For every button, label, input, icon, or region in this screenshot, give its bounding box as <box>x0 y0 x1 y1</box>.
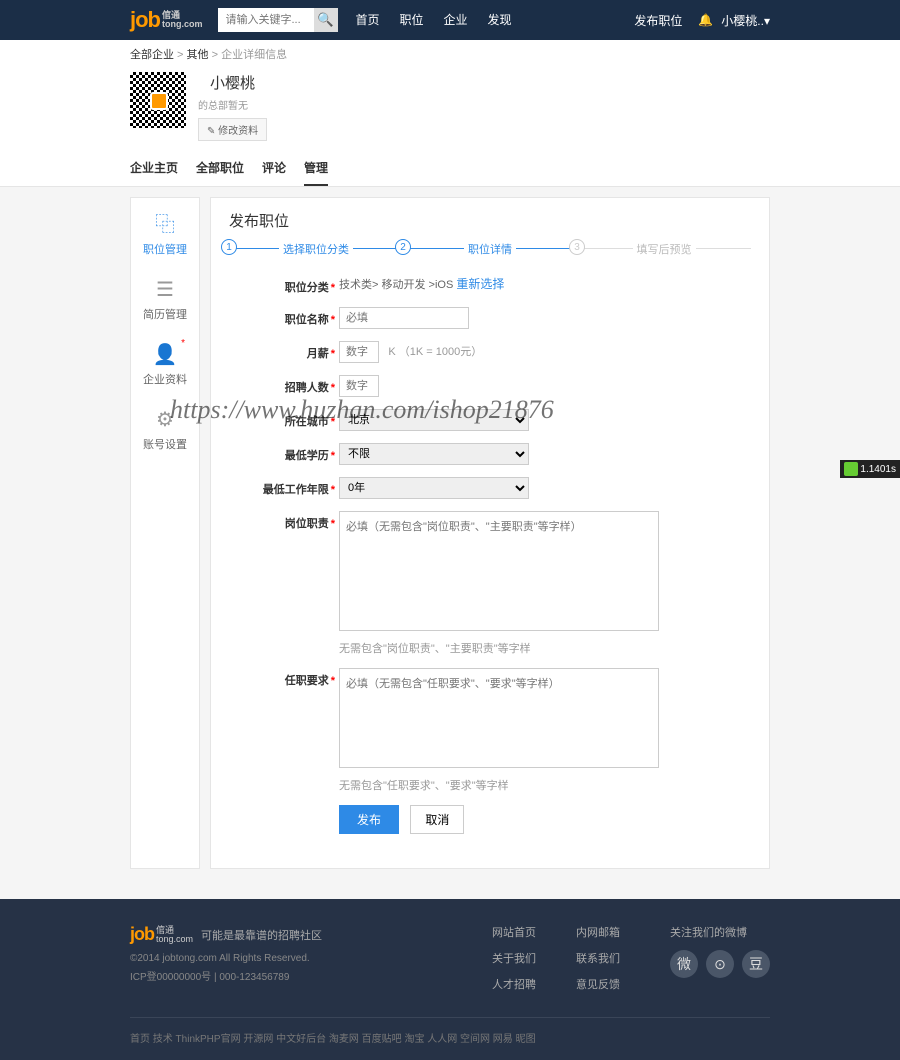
page-title: 发布职位 <box>229 210 751 231</box>
main-area: ⿻ 职位管理 ☰ 简历管理 * 👤 企业资料 ⚙ 账号设置 发布职位 1 选择职… <box>130 197 770 869</box>
exp-label: 最低工作年限* <box>229 477 339 497</box>
sidebar-item-account[interactable]: ⚙ 账号设置 <box>131 397 199 462</box>
company-bar: 全部企业 > 其他 > 企业详细信息 小樱桃 的总部暂无 ✎ 修改资料 企业主页… <box>0 40 900 187</box>
step-indicator: 1 选择职位分类 2 职位详情 3 填写后预览 <box>229 241 751 257</box>
step-2-number: 2 <box>395 239 411 255</box>
required-star: * <box>181 338 185 349</box>
category-path: 技术类> 移动开发 >iOS <box>339 279 456 291</box>
salary-input[interactable] <box>339 341 379 363</box>
footer-link[interactable]: 网站首页 <box>492 924 536 940</box>
jobname-input[interactable] <box>339 307 469 329</box>
sidebar-item-job-manage[interactable]: ⿻ 职位管理 <box>131 198 199 267</box>
wechat-icon[interactable]: 微 <box>670 950 698 978</box>
nav-company[interactable]: 企业 <box>434 0 478 40</box>
city-label: 所在城市* <box>229 409 339 429</box>
edu-select[interactable]: 不限 <box>339 443 529 465</box>
nav-home[interactable]: 首页 <box>346 0 390 40</box>
logo[interactable]: job 倌通tong.com <box>130 7 203 33</box>
sidebar-item-profile[interactable]: * 👤 企业资料 <box>131 332 199 397</box>
footer-link[interactable]: 人才招聘 <box>492 976 536 992</box>
submit-button[interactable]: 发布 <box>339 805 399 834</box>
footer-link[interactable]: 内网邮箱 <box>576 924 620 940</box>
tab-jobs[interactable]: 全部职位 <box>196 151 244 186</box>
bell-icon[interactable]: 🔔 <box>698 13 713 27</box>
footer-slogan: 可能是最靠谱的招聘社区 <box>201 927 322 943</box>
footer-icp: ICP登00000000号 | 000-123456789 <box>130 968 492 983</box>
nav-jobs[interactable]: 职位 <box>390 0 434 40</box>
company-name: 小樱桃 <box>210 72 267 93</box>
user-icon: 👤 <box>131 342 199 367</box>
perf-value: 1.1401s <box>860 464 896 475</box>
gear-icon: ⚙ <box>131 407 199 432</box>
footer-link[interactable]: 意见反馈 <box>576 976 620 992</box>
salary-hint: K （1K = 1000元） <box>388 346 482 358</box>
req-textarea[interactable] <box>339 668 659 768</box>
search-icon: 🔍 <box>317 12 334 28</box>
perf-badge: 1.1401s <box>840 460 900 478</box>
city-select[interactable]: 北京 <box>339 409 529 431</box>
count-input[interactable] <box>339 375 379 397</box>
weibo-icon[interactable]: ⊙ <box>706 950 734 978</box>
step-2-label: 职位详情 <box>464 244 516 256</box>
main-nav: 首页 职位 企业 发现 <box>346 0 522 40</box>
exp-select[interactable]: 0年 <box>339 477 529 499</box>
step-3-number: 3 <box>569 239 585 255</box>
count-label: 招聘人数* <box>229 375 339 395</box>
qr-code <box>130 72 186 128</box>
footer-link[interactable]: 关于我们 <box>492 950 536 966</box>
search-button[interactable]: 🔍 <box>314 8 338 32</box>
salary-label: 月薪* <box>229 341 339 361</box>
step-3-label: 填写后预览 <box>633 244 696 256</box>
footer-link[interactable]: 联系我们 <box>576 950 620 966</box>
list-icon: ☰ <box>131 277 199 302</box>
footer-links: 网站首页 关于我们 人才招聘 内网邮箱 联系我们 意见反馈 <box>492 924 620 1002</box>
content-panel: 发布职位 1 选择职位分类 2 职位详情 3 填写后预览 职位分类* 技术类> … <box>210 197 770 869</box>
sidebar-item-label: 职位管理 <box>143 244 187 256</box>
company-sub: 的总部暂无 <box>198 97 267 112</box>
req-label: 任职要求* <box>229 668 339 688</box>
category-label: 职位分类* <box>229 275 339 295</box>
nav-right: 发布职位 🔔 小樱桃..▾ <box>626 12 770 29</box>
tab-comments[interactable]: 评论 <box>262 151 286 186</box>
breadcrumb-all[interactable]: 全部企业 <box>130 49 174 61</box>
sidebar-item-resume[interactable]: ☰ 简历管理 <box>131 267 199 332</box>
edu-label: 最低学历* <box>229 443 339 463</box>
search-box: 🔍 <box>218 8 338 32</box>
req-hint: 无需包含"任职要求"、"要求"等字样 <box>339 777 751 793</box>
nav-discover[interactable]: 发现 <box>478 0 522 40</box>
top-header: job 倌通tong.com 🔍 首页 职位 企业 发现 发布职位 🔔 小樱桃.… <box>0 0 900 40</box>
manage-sidebar: ⿻ 职位管理 ☰ 简历管理 * 👤 企业资料 ⚙ 账号设置 <box>130 197 200 869</box>
breadcrumb-current: 企业详细信息 <box>221 49 287 61</box>
step-1-number: 1 <box>221 239 237 255</box>
douban-icon[interactable]: 豆 <box>742 950 770 978</box>
sidebar-item-label: 企业资料 <box>143 374 187 386</box>
duty-label: 岗位职责* <box>229 511 339 531</box>
sidebar-item-label: 账号设置 <box>143 439 187 451</box>
company-tabs: 企业主页 全部职位 评论 管理 <box>130 151 770 186</box>
cancel-button[interactable]: 取消 <box>410 805 464 834</box>
breadcrumb-cat[interactable]: 其他 <box>187 49 209 61</box>
edit-profile-button[interactable]: ✎ 修改资料 <box>198 118 267 141</box>
user-dropdown[interactable]: 小樱桃..▾ <box>721 12 770 29</box>
follow-title: 关注我们的微博 <box>670 924 770 940</box>
step-1-label: 选择职位分类 <box>279 244 353 256</box>
duty-hint: 无需包含"岗位职责"、"主要职责"等字样 <box>339 640 751 656</box>
nav-publish[interactable]: 发布职位 <box>626 12 690 29</box>
reselect-link[interactable]: 重新选择 <box>456 277 504 291</box>
leaf-icon <box>844 462 858 476</box>
footer-copyright: ©2014 jobtong.com All Rights Reserved. <box>130 953 492 964</box>
copy-icon: ⿻ <box>131 208 199 237</box>
footer: job 倌通tong.com 可能是最靠谱的招聘社区 ©2014 jobtong… <box>0 899 900 1060</box>
footer-bottom-links: 首页 技术 ThinkPHP官网 开源网 中文好后台 淘麦网 百度贴吧 淘宝 人… <box>130 1018 770 1045</box>
tab-home[interactable]: 企业主页 <box>130 151 178 186</box>
breadcrumb: 全部企业 > 其他 > 企业详细信息 <box>130 40 770 68</box>
sidebar-item-label: 简历管理 <box>143 309 187 321</box>
jobname-label: 职位名称* <box>229 307 339 327</box>
duty-textarea[interactable] <box>339 511 659 631</box>
tab-manage[interactable]: 管理 <box>304 151 328 186</box>
